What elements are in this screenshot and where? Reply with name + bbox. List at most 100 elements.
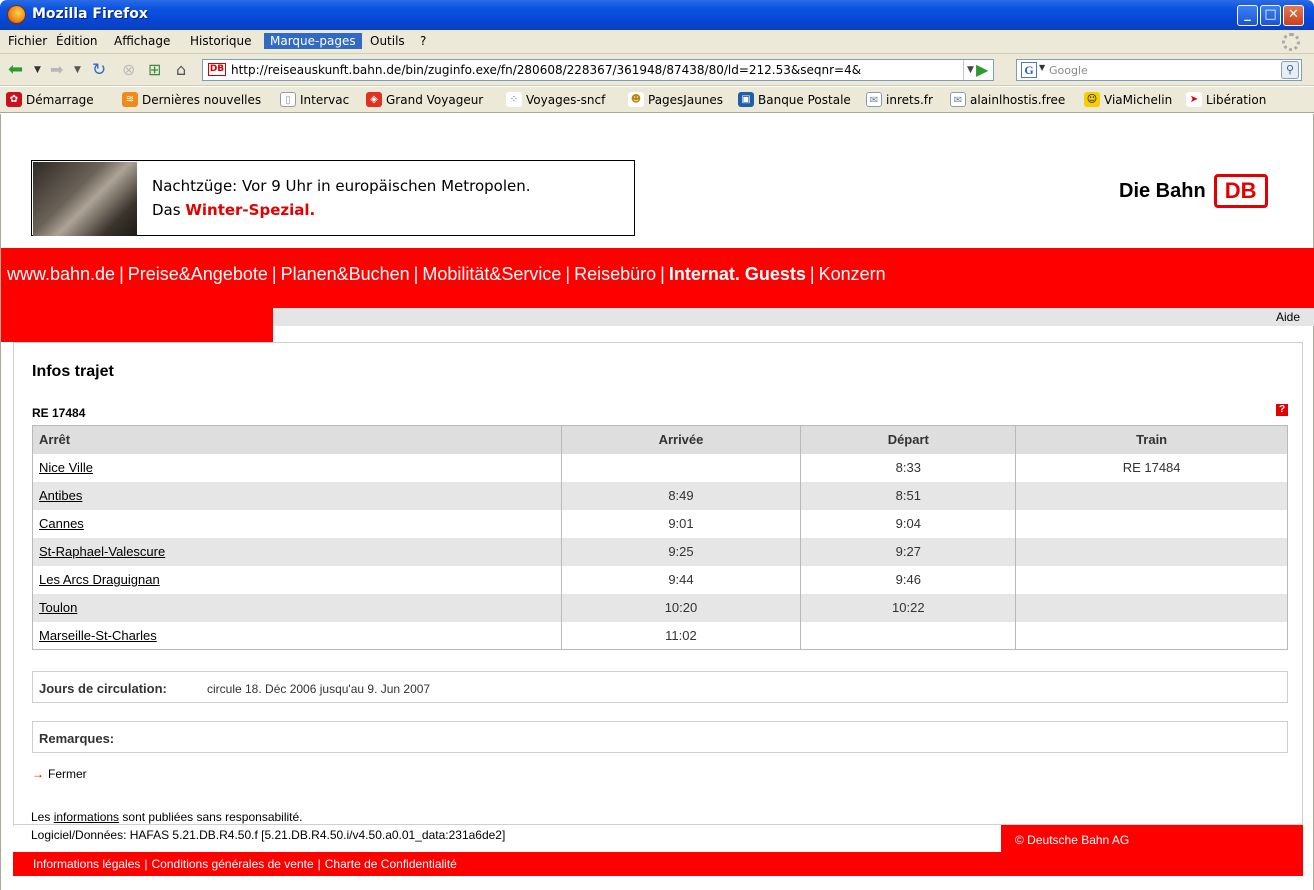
remarques-box: Remarques: <box>32 721 1288 753</box>
footer-links: Informations légales | Conditions générale… <box>13 852 1303 876</box>
magnifier-icon[interactable]: ⚲ <box>1281 61 1299 79</box>
menubar: Fichier Édition Affichage Historique Mar… <box>0 30 1314 54</box>
departure-time <box>800 621 1017 650</box>
content-area: Infos trajet RE 17484 ? Arrêt Arrivée Dé… <box>13 342 1303 826</box>
back-arrow-icon[interactable]: ⬅ <box>8 60 23 80</box>
promo-banner[interactable]: Nachtzüge: Vor 9 Uhr in europäischen Met… <box>31 160 635 236</box>
menu-affichage[interactable]: Affichage <box>108 33 176 49</box>
window-titlebar: Mozilla Firefox _ □ ✕ <box>0 0 1314 30</box>
departure-time: 8:51 <box>800 481 1017 510</box>
informations-link[interactable]: informations <box>54 810 119 824</box>
url-bar[interactable]: DB http://reiseauskunft.bahn.de/bin/zugi… <box>202 59 994 81</box>
bookmark-pagesjaunes[interactable]: ☻ PagesJaunes <box>628 92 723 107</box>
jours-label: Jours de circulation: <box>39 681 167 696</box>
menu-historique[interactable]: Historique <box>184 33 258 49</box>
fermer-link[interactable]: → Fermer <box>32 767 87 781</box>
footer-link-informations-legales[interactable]: Informations légales <box>33 857 140 871</box>
page-icon: ▯ <box>280 92 296 107</box>
stop-link[interactable]: Cannes <box>39 516 84 531</box>
departure-time: 9:27 <box>800 537 1017 566</box>
url-text[interactable]: http://reiseauskunft.bahn.de/bin/zuginfo… <box>231 60 961 80</box>
help-icon[interactable]: ? <box>1276 404 1288 416</box>
stop-link[interactable]: St-Raphael-Valescure <box>39 544 165 559</box>
menu-help[interactable]: ? <box>414 33 432 49</box>
table-row: Toulon 10:20 10:22 <box>32 593 1288 622</box>
page-title: Infos trajet <box>32 363 114 380</box>
forward-arrow-icon[interactable]: ➡ <box>50 60 63 80</box>
db-logo[interactable]: Die Bahn DB <box>1119 174 1268 208</box>
train-number: RE 17484 <box>32 406 86 420</box>
departure-time: 9:04 <box>800 509 1017 538</box>
nav-konzern[interactable]: Konzern <box>819 264 886 284</box>
footer-link-confidentialite[interactable]: Charte de Confidentialité <box>325 857 457 871</box>
bookmark-viamichelin[interactable]: ☺ ViaMichelin <box>1084 92 1172 107</box>
arrival-time: 9:25 <box>561 537 802 566</box>
stop-icon[interactable]: ⊗ <box>122 60 135 80</box>
banner-highlight[interactable]: Winter-Spezial. <box>185 201 315 219</box>
arrow-right-icon: → <box>32 767 44 781</box>
banner-photo <box>33 162 137 236</box>
nav-www-bahn[interactable]: www.bahn.de <box>7 264 115 284</box>
chevron-down-icon[interactable]: ▼ <box>74 60 81 80</box>
disclaimer: Les informations sont publiées sans resp… <box>31 810 303 824</box>
nav-mobilitaet-service[interactable]: Mobilität&Service <box>422 264 561 284</box>
main-navigation: www.bahn.de | Preise&Angebote | Planen&Buche… <box>1 248 1314 308</box>
aide-link[interactable]: Aide <box>1276 310 1300 324</box>
bookmark-grand-voyageur[interactable]: ◈ Grand Voyageur <box>366 92 483 107</box>
bookmark-alainlhostis[interactable]: ✉ alainlhostis.free <box>950 92 1065 107</box>
departure-time: 10:22 <box>800 593 1017 622</box>
remarques-label: Remarques: <box>39 731 115 746</box>
maximize-button[interactable]: □ <box>1260 5 1281 26</box>
menu-fichier[interactable]: Fichier <box>2 33 53 49</box>
stop-link[interactable]: Nice Ville <box>39 460 93 475</box>
minimize-button[interactable]: _ <box>1237 5 1258 26</box>
stop-link[interactable]: Antibes <box>39 488 82 503</box>
stop-link[interactable]: Toulon <box>39 600 77 615</box>
search-box[interactable]: G ▼ Google ⚲ <box>1016 59 1302 81</box>
reload-icon[interactable]: ↻ <box>92 60 106 80</box>
train-cell <box>1015 481 1288 510</box>
window-title: Mozilla Firefox <box>32 6 148 22</box>
bookmark-demarrage[interactable]: ✿ Démarrage <box>6 92 94 107</box>
close-button[interactable]: ✕ <box>1283 5 1304 26</box>
dots-icon: ⁘ <box>506 92 522 107</box>
sncf-icon: ◈ <box>366 92 382 107</box>
chevron-down-icon[interactable]: ▼ <box>1039 63 1045 72</box>
nav-preise-angebote[interactable]: Preise&Angebote <box>128 264 268 284</box>
google-icon[interactable]: G <box>1021 62 1037 78</box>
stop-link[interactable]: Marseille-St-Charles <box>39 628 157 643</box>
bookmark-banque-postale[interactable]: ▣ Banque Postale <box>738 92 851 107</box>
go-arrow-icon[interactable]: ▶ <box>976 60 988 80</box>
banner-line2: Das Winter-Spezial. <box>152 201 316 219</box>
nav-reisebuero[interactable]: Reisebüro <box>574 264 656 284</box>
search-placeholder[interactable]: Google <box>1049 64 1088 77</box>
menu-marque-pages[interactable]: Marque-pages <box>264 33 362 49</box>
stop-link[interactable]: Les Arcs Draguignan <box>39 572 160 587</box>
nav-internat-guests[interactable]: Internat. Guests <box>669 264 806 284</box>
bookmark-inrets[interactable]: ✉ inrets.fr <box>866 92 933 107</box>
home-icon[interactable]: ⌂ <box>176 60 186 80</box>
train-cell <box>1015 537 1288 566</box>
db-badge: DB <box>1213 174 1268 208</box>
throbber-icon <box>1282 33 1300 51</box>
arrival-time: 11:02 <box>561 621 802 650</box>
bookmark-intervac[interactable]: ▯ Intervac <box>280 92 349 107</box>
rss-icon: ≋ <box>122 92 138 107</box>
stops-table: Arrêt Arrivée Départ Train Nice Ville 8:… <box>32 425 1288 650</box>
chevron-down-icon[interactable]: ▼ <box>34 60 41 80</box>
column-header-train: Train <box>1015 425 1288 454</box>
footer-link-conditions[interactable]: Conditions générales de vente <box>152 857 314 871</box>
train-cell <box>1015 565 1288 594</box>
bookmark-dernieres-nouvelles[interactable]: ≋ Dernières nouvelles <box>122 92 261 107</box>
chevron-down-icon[interactable]: ▼ <box>963 60 977 80</box>
menu-outils[interactable]: Outils <box>364 33 411 49</box>
new-tab-icon[interactable]: ⊞ <box>148 60 161 80</box>
mail-icon: ✉ <box>866 92 882 107</box>
bookmark-voyages-sncf[interactable]: ⁘ Voyages-sncf <box>506 92 605 107</box>
train-cell <box>1015 621 1288 650</box>
bookmarks-toolbar: ✿ Démarrage ≋ Dernières nouvelles ▯ Interva… <box>0 87 1314 113</box>
bookmark-liberation[interactable]: ➤ Libération <box>1186 92 1266 107</box>
menu-edition[interactable]: Édition <box>50 33 104 49</box>
train-cell <box>1015 509 1288 538</box>
nav-planen-buchen[interactable]: Planen&Buchen <box>281 264 410 284</box>
